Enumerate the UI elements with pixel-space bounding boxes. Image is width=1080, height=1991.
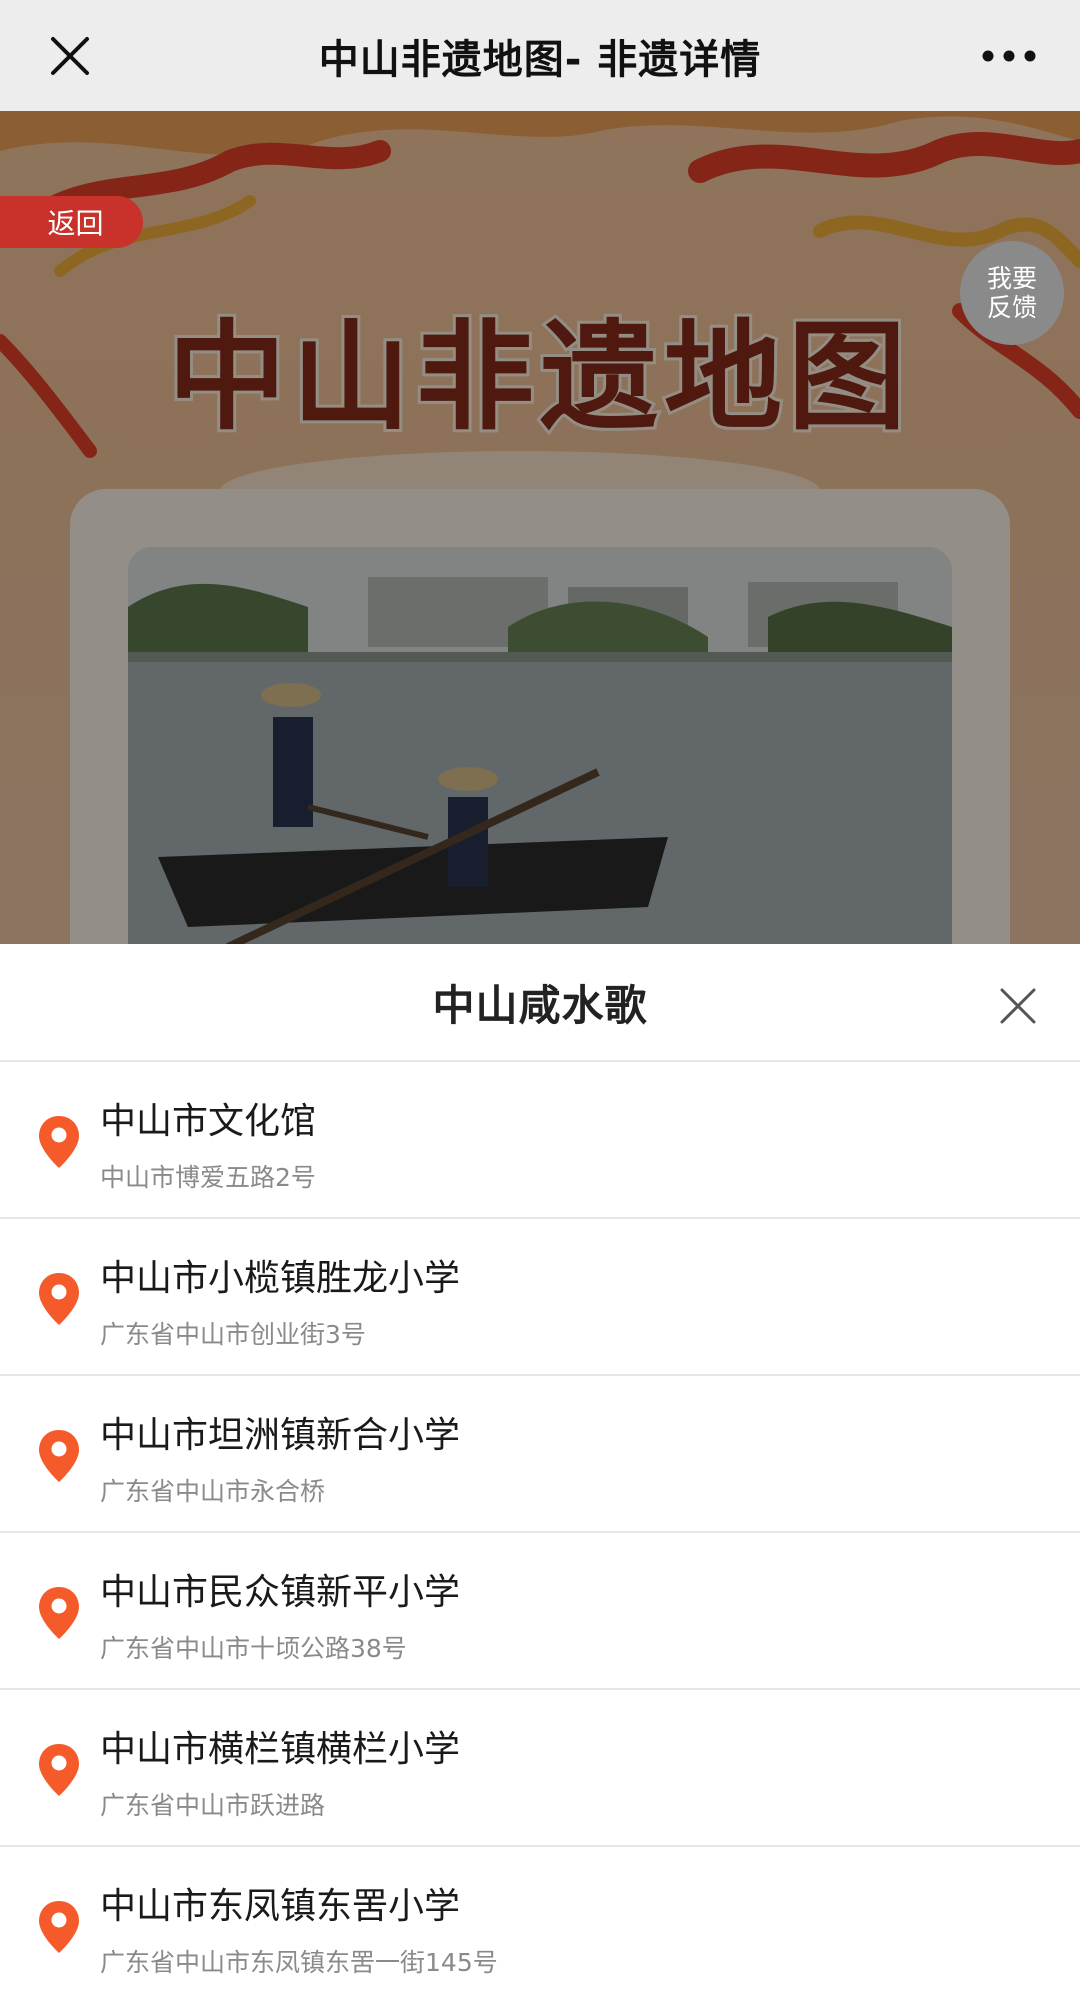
location-pin-icon (39, 1901, 79, 1953)
background-page: 中山非遗地图 返回 我要 反馈 (0, 111, 1080, 944)
location-address: 广东省中山市十顷公路38号 (100, 1634, 407, 1663)
location-name: 中山市民众镇新平小学 (100, 1572, 461, 1613)
location-address: 广东省中山市跃进路 (100, 1791, 326, 1820)
location-item[interactable]: 中山市坦洲镇新合小学 广东省中山市永合桥 (0, 1376, 1080, 1533)
location-name: 中山市横栏镇横栏小学 (100, 1729, 461, 1770)
sheet-header: 中山咸水歌 (0, 944, 1080, 1062)
location-pin-icon (39, 1116, 79, 1168)
close-icon (51, 37, 89, 75)
location-address: 广东省中山市东凤镇东罟一街145号 (100, 1948, 498, 1977)
locations-sheet: 中山咸水歌 中山市文化馆 中山市博爱五路2号 中山市小榄镇胜龙小学 广东省中山市… (0, 944, 1080, 1991)
location-item[interactable]: 中山市小榄镇胜龙小学 广东省中山市创业街3号 (0, 1219, 1080, 1376)
sheet-title: 中山咸水歌 (432, 980, 648, 1030)
close-button[interactable] (44, 30, 96, 82)
close-icon (1000, 988, 1036, 1024)
location-address: 中山市博爱五路2号 (100, 1163, 316, 1192)
location-address: 广东省中山市永合桥 (100, 1477, 326, 1506)
feedback-label-line1: 我要 (986, 264, 1037, 293)
feedback-label-line2: 反馈 (986, 293, 1037, 322)
location-item[interactable]: 中山市横栏镇横栏小学 广东省中山市跃进路 (0, 1690, 1080, 1847)
more-horizontal-icon (982, 50, 1036, 62)
feedback-button[interactable]: 我要 反馈 (960, 241, 1064, 345)
modal-overlay[interactable] (0, 111, 1080, 944)
sheet-close-button[interactable] (998, 986, 1038, 1026)
location-pin-icon (39, 1273, 79, 1325)
location-pin-icon (39, 1744, 79, 1796)
location-pin-icon (39, 1587, 79, 1639)
location-name: 中山市坦洲镇新合小学 (100, 1415, 461, 1456)
location-item[interactable]: 中山市东凤镇东罟小学 广东省中山市东凤镇东罟一街145号 (0, 1847, 1080, 1991)
location-item[interactable]: 中山市文化馆 中山市博爱五路2号 (0, 1062, 1080, 1219)
location-item[interactable]: 中山市民众镇新平小学 广东省中山市十顷公路38号 (0, 1533, 1080, 1690)
back-button[interactable]: 返回 (0, 196, 143, 248)
location-pin-icon (39, 1430, 79, 1482)
top-nav-bar: 中山非遗地图- 非遗详情 (0, 0, 1080, 111)
page-title: 中山非遗地图- 非遗详情 (318, 36, 762, 83)
location-name: 中山市东凤镇东罟小学 (100, 1886, 461, 1927)
location-name: 中山市文化馆 (100, 1101, 317, 1142)
location-name: 中山市小榄镇胜龙小学 (100, 1258, 461, 1299)
location-address: 广东省中山市创业街3号 (100, 1320, 366, 1349)
more-button[interactable] (974, 30, 1044, 82)
